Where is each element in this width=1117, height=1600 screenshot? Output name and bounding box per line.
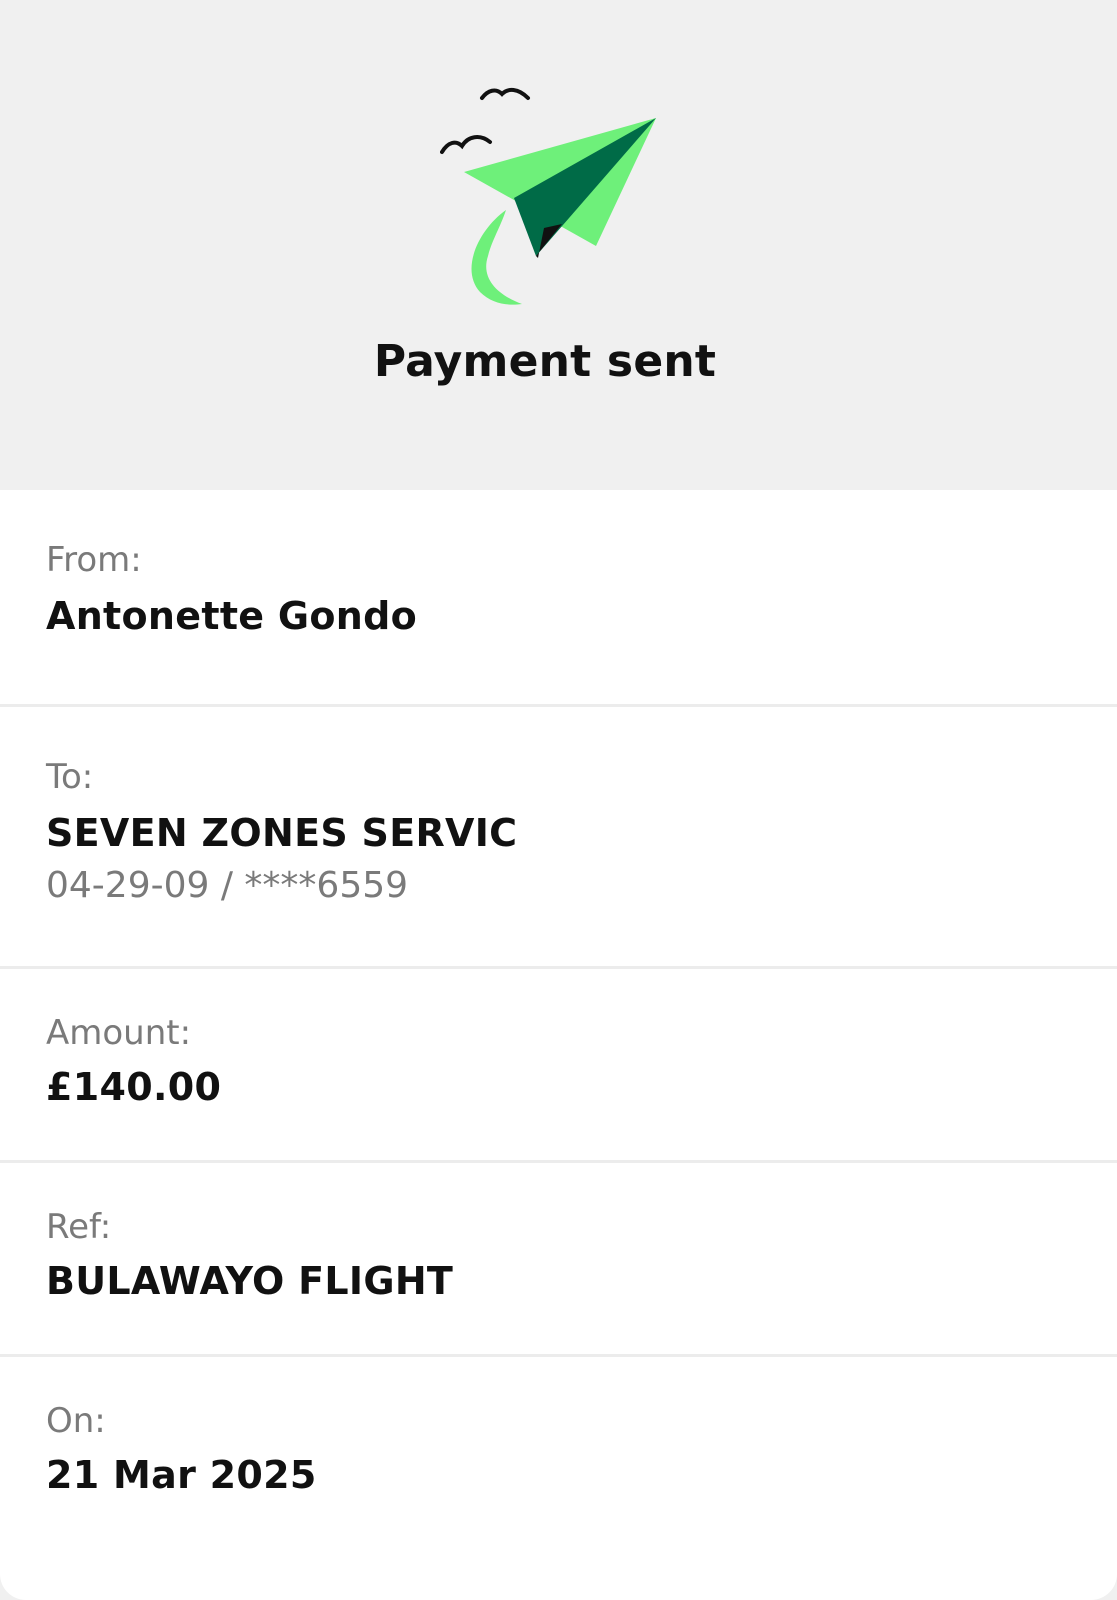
- on-value: 21 Mar 2025: [46, 1453, 317, 1497]
- from-value: Antonette Gondo: [46, 594, 418, 638]
- bird-icon: [440, 135, 492, 154]
- to-account: 04-29-09 / ****6559: [46, 865, 409, 906]
- detail-row-on: On: 21 Mar 2025: [0, 1357, 1117, 1600]
- on-label: On:: [46, 1401, 106, 1441]
- payment-details-card: From: Antonette Gondo To: SEVEN ZONES SE…: [0, 490, 1117, 1600]
- payment-confirmation-screen: Payment sent From: Antonette Gondo To: S…: [0, 0, 1117, 1600]
- ref-label: Ref:: [46, 1207, 112, 1247]
- detail-row-ref: Ref: BULAWAYO FLIGHT: [0, 1163, 1117, 1357]
- page-title: Payment sent: [373, 336, 717, 387]
- from-label: From:: [46, 540, 142, 580]
- detail-row-amount: Amount: £140.00: [0, 969, 1117, 1163]
- detail-row-from: From: Antonette Gondo: [0, 490, 1117, 707]
- bird-icon: [480, 87, 530, 100]
- ref-value: BULAWAYO FLIGHT: [46, 1259, 454, 1303]
- trail-icon: [471, 210, 522, 305]
- amount-value: £140.00: [46, 1065, 222, 1109]
- to-value: SEVEN ZONES SERVIC: [46, 811, 518, 855]
- detail-row-to: To: SEVEN ZONES SERVIC 04-29-09 / ****65…: [0, 707, 1117, 969]
- paper-plane-icon: [440, 87, 656, 305]
- confirmation-header: Payment sent: [0, 0, 1117, 490]
- to-label: To:: [46, 757, 94, 797]
- amount-label: Amount:: [46, 1013, 192, 1053]
